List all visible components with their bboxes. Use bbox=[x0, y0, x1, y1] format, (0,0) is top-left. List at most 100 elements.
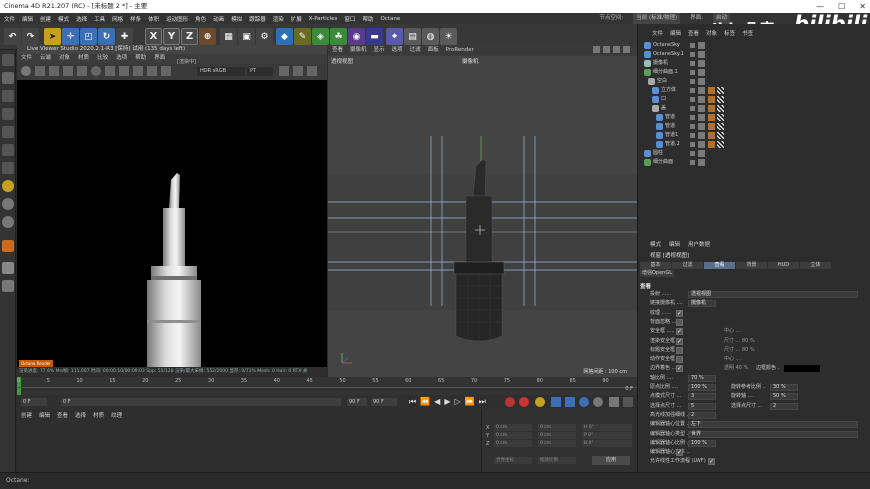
material-tag-icon[interactable] bbox=[708, 141, 715, 148]
snap-icon[interactable] bbox=[2, 180, 14, 192]
object-menu-item[interactable]: 文件 bbox=[652, 30, 663, 39]
object-name[interactable]: 口 bbox=[661, 95, 666, 104]
y-axis-lock-icon[interactable]: Y bbox=[163, 28, 180, 45]
layout-icon[interactable] bbox=[623, 46, 630, 53]
z-axis-lock-icon[interactable]: Z bbox=[181, 28, 198, 45]
material-menu-item[interactable]: 查看 bbox=[57, 411, 68, 419]
preview-range-slider[interactable]: 0 F bbox=[61, 398, 341, 406]
cube-icon[interactable]: ◆ bbox=[276, 28, 293, 45]
object-row[interactable]: 细分曲面.1 bbox=[638, 68, 870, 77]
visibility-dots-icon[interactable] bbox=[690, 142, 695, 147]
position-z-field[interactable]: 0 cm bbox=[494, 440, 532, 447]
object-row[interactable]: 圆柱 bbox=[638, 149, 870, 158]
attribute-checkbox[interactable] bbox=[676, 448, 683, 457]
visibility-dots-icon[interactable] bbox=[690, 160, 695, 165]
attribute-field[interactable]: 3 bbox=[688, 393, 716, 401]
tab-enhanced-opengl[interactable]: 增强OpenGL bbox=[640, 270, 674, 277]
object-name[interactable]: 空白 bbox=[657, 77, 667, 86]
node-space-select[interactable]: 当前 (标准/物理) bbox=[633, 13, 681, 24]
viewer-menu-item[interactable]: 材质 bbox=[78, 54, 89, 63]
menu-item[interactable]: 模式 bbox=[58, 15, 69, 23]
object-row[interactable]: 细分曲面 bbox=[638, 158, 870, 167]
settings-icon[interactable] bbox=[77, 66, 87, 76]
enable-check-icon[interactable] bbox=[698, 87, 705, 94]
rotation-key-icon[interactable] bbox=[579, 397, 589, 407]
octane-object-tag-icon[interactable] bbox=[717, 123, 724, 130]
object-row[interactable]: OctaneSky.1 bbox=[638, 50, 870, 59]
visibility-dots-icon[interactable] bbox=[690, 61, 695, 66]
object-row[interactable]: 口 bbox=[638, 95, 870, 104]
visibility-dots-icon[interactable] bbox=[690, 52, 695, 57]
viewer-menu-item[interactable]: 对象 bbox=[59, 54, 70, 63]
menu-item[interactable]: 窗口 bbox=[344, 15, 355, 23]
object-row[interactable]: 摄像机 bbox=[638, 59, 870, 68]
pick-material-icon[interactable] bbox=[133, 66, 143, 76]
position-x-field[interactable]: 0 cm bbox=[494, 424, 532, 431]
rotate-icon[interactable]: ↻ bbox=[98, 28, 115, 45]
scene-icon[interactable]: ▤ bbox=[404, 28, 421, 45]
camera-icon[interactable]: ⌖ bbox=[386, 28, 403, 45]
menu-item[interactable]: 网格 bbox=[112, 15, 123, 23]
attribute-select[interactable]: 世界 bbox=[688, 430, 858, 438]
material-menu-item[interactable]: 材质 bbox=[93, 411, 104, 419]
lock-icon[interactable] bbox=[2, 240, 14, 252]
viewport-canvas[interactable]: 透视视图 摄像机 网格间距 : 100 cm bbox=[328, 56, 637, 377]
scale-key-icon[interactable] bbox=[565, 397, 575, 407]
attribute-checkbox[interactable] bbox=[676, 346, 683, 354]
material-tag-icon[interactable] bbox=[708, 114, 715, 121]
enable-check-icon[interactable] bbox=[698, 123, 705, 130]
parameter-key-icon[interactable] bbox=[593, 397, 603, 407]
menu-item[interactable]: 帮助 bbox=[362, 15, 373, 23]
menu-item[interactable]: 运动图形 bbox=[166, 15, 188, 23]
end-frame-field-b[interactable]: 90 F bbox=[371, 398, 397, 406]
move-icon[interactable]: ✛ bbox=[62, 28, 79, 45]
pen-icon[interactable]: ✎ bbox=[294, 28, 311, 45]
attribute-checkbox[interactable] bbox=[676, 318, 683, 326]
live-select-icon[interactable]: ➤ bbox=[44, 28, 61, 45]
viewport-menu-item[interactable]: 选项 bbox=[392, 45, 403, 55]
octane-object-tag-icon[interactable] bbox=[717, 105, 724, 112]
enable-check-icon[interactable] bbox=[698, 96, 705, 103]
render-passes-icon[interactable] bbox=[307, 66, 317, 76]
attribute-field[interactable]: 100 % bbox=[688, 439, 716, 447]
viewer-menu-item[interactable]: 云端 bbox=[40, 54, 51, 63]
lock-resolution-icon[interactable] bbox=[91, 66, 101, 76]
border-color-swatch[interactable] bbox=[784, 365, 820, 373]
size-y-field[interactable]: 0 cm bbox=[538, 432, 576, 439]
menu-item[interactable]: 渲染 bbox=[273, 15, 284, 23]
attribute-field[interactable]: 100 % bbox=[688, 384, 716, 391]
tab-stereo[interactable]: 立体 bbox=[800, 262, 831, 269]
visibility-dots-icon[interactable] bbox=[690, 133, 695, 138]
viewport-menu-item[interactable]: 显示 bbox=[374, 45, 385, 55]
object-row[interactable]: 管道 bbox=[638, 113, 870, 122]
paint-icon[interactable] bbox=[2, 280, 14, 292]
object-row[interactable]: 空白 bbox=[638, 77, 870, 86]
rotation-p-field[interactable]: P 0° bbox=[582, 432, 632, 439]
subdivision-icon[interactable]: ◈ bbox=[312, 28, 329, 45]
object-name[interactable]: 盖 bbox=[661, 104, 666, 113]
object-row[interactable]: 立方体 bbox=[638, 86, 870, 95]
menu-item[interactable]: 动画 bbox=[213, 15, 224, 23]
menu-item[interactable]: 角色 bbox=[195, 15, 206, 23]
object-name[interactable]: 管道 bbox=[665, 122, 675, 131]
viewer-menu-item[interactable]: 界面 bbox=[154, 54, 165, 63]
material-tag-icon[interactable] bbox=[708, 96, 715, 103]
enable-check-icon[interactable] bbox=[698, 132, 705, 139]
denoise-icon[interactable] bbox=[293, 66, 303, 76]
viewport-menu-item[interactable]: ProRender bbox=[446, 45, 474, 55]
solo-icon[interactable] bbox=[2, 198, 14, 210]
menu-item[interactable]: 工具 bbox=[94, 15, 105, 23]
menu-item[interactable]: 样条 bbox=[130, 15, 141, 23]
object-row[interactable]: 管道.2 bbox=[638, 140, 870, 149]
viewport-menu-item[interactable]: 过滤 bbox=[410, 45, 421, 55]
light-icon[interactable]: ☀ bbox=[440, 28, 457, 45]
camera-view-icon[interactable] bbox=[279, 66, 289, 76]
recent-tool-icon[interactable]: ✚ bbox=[116, 28, 133, 45]
menu-item[interactable]: Octane bbox=[380, 16, 400, 22]
enable-check-icon[interactable] bbox=[698, 105, 705, 112]
pause-render-icon[interactable] bbox=[49, 66, 59, 76]
attribute-field[interactable]: 2 bbox=[770, 402, 798, 410]
tab-basic[interactable]: 基本 bbox=[640, 262, 671, 269]
menu-item[interactable]: 扩展 bbox=[291, 15, 302, 23]
material-tag-icon[interactable] bbox=[708, 123, 715, 130]
